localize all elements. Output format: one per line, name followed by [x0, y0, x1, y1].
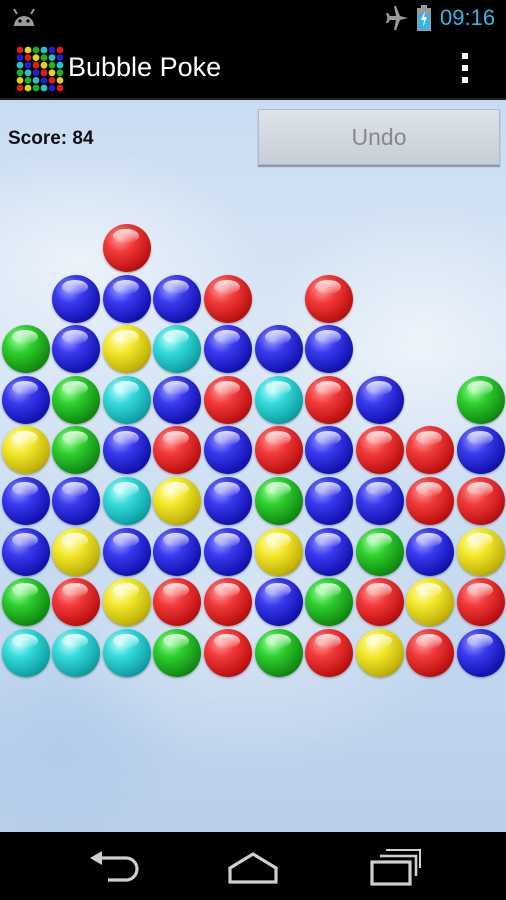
score-label: Score: 84: [8, 128, 94, 149]
bubble-red[interactable]: [305, 275, 353, 323]
bubble-board[interactable]: [0, 222, 506, 678]
status-bar: 09:16: [0, 0, 506, 36]
bubble-red[interactable]: [153, 426, 201, 474]
bubble-red[interactable]: [103, 224, 151, 272]
bubble-blue[interactable]: [204, 528, 252, 576]
bubble-blue[interactable]: [255, 578, 303, 626]
bubble-red[interactable]: [153, 578, 201, 626]
bubble-blue[interactable]: [52, 275, 100, 323]
bubble-green[interactable]: [52, 426, 100, 474]
bubble-green[interactable]: [356, 528, 404, 576]
bubble-blue[interactable]: [52, 477, 100, 525]
bubble-cyan[interactable]: [103, 629, 151, 677]
undo-button[interactable]: Undo: [258, 109, 500, 165]
home-icon[interactable]: [226, 850, 280, 884]
bubble-blue[interactable]: [2, 477, 50, 525]
bubble-blue[interactable]: [153, 376, 201, 424]
bubble-yellow[interactable]: [2, 426, 50, 474]
bubble-blue[interactable]: [103, 426, 151, 474]
bubble-red[interactable]: [356, 578, 404, 626]
overflow-dot: [462, 77, 468, 83]
bubble-yellow[interactable]: [356, 629, 404, 677]
overflow-dot: [462, 53, 468, 59]
bubble-blue[interactable]: [153, 275, 201, 323]
bubble-blue[interactable]: [2, 376, 50, 424]
bubble-yellow[interactable]: [255, 528, 303, 576]
bubble-blue[interactable]: [103, 275, 151, 323]
bubble-blue[interactable]: [356, 477, 404, 525]
bubble-red[interactable]: [204, 275, 252, 323]
recents-icon[interactable]: [368, 848, 422, 886]
bubble-blue[interactable]: [305, 528, 353, 576]
android-notification-icon: [13, 8, 35, 26]
bubble-red[interactable]: [356, 426, 404, 474]
bubble-blue[interactable]: [305, 325, 353, 373]
bubble-green[interactable]: [305, 578, 353, 626]
bubble-red[interactable]: [305, 629, 353, 677]
game-area: Score: 84 Undo: [0, 100, 506, 832]
bubble-green[interactable]: [2, 578, 50, 626]
action-bar: Bubble Poke: [0, 36, 506, 100]
bubble-blue[interactable]: [2, 528, 50, 576]
bubble-blue[interactable]: [255, 325, 303, 373]
battery-charging-icon: [417, 5, 431, 31]
bubble-cyan[interactable]: [2, 629, 50, 677]
bubble-red[interactable]: [204, 376, 252, 424]
bubble-blue[interactable]: [204, 325, 252, 373]
bubble-green[interactable]: [52, 376, 100, 424]
navigation-bar: [0, 832, 506, 900]
status-clock: 09:16: [440, 5, 496, 30]
bubble-grid-app-icon[interactable]: [16, 46, 64, 92]
bubble-red[interactable]: [204, 578, 252, 626]
bubble-blue[interactable]: [204, 477, 252, 525]
bubble-green[interactable]: [2, 325, 50, 373]
back-icon[interactable]: [86, 850, 140, 884]
bubble-yellow[interactable]: [457, 528, 505, 576]
bubble-red[interactable]: [406, 629, 454, 677]
bubble-cyan[interactable]: [103, 376, 151, 424]
bubble-blue[interactable]: [457, 629, 505, 677]
bubble-cyan[interactable]: [153, 325, 201, 373]
airplane-mode-icon: [386, 6, 408, 30]
bubble-red[interactable]: [406, 477, 454, 525]
bubble-yellow[interactable]: [153, 477, 201, 525]
overflow-dot: [462, 65, 468, 71]
bubble-green[interactable]: [153, 629, 201, 677]
bubble-green[interactable]: [255, 477, 303, 525]
bubble-red[interactable]: [457, 477, 505, 525]
bubble-cyan[interactable]: [52, 629, 100, 677]
bubble-green[interactable]: [457, 376, 505, 424]
bubble-blue[interactable]: [457, 426, 505, 474]
bubble-blue[interactable]: [305, 477, 353, 525]
bubble-cyan[interactable]: [103, 477, 151, 525]
bubble-red[interactable]: [406, 426, 454, 474]
bubble-blue[interactable]: [356, 376, 404, 424]
app-title: Bubble Poke: [68, 52, 222, 82]
bubble-green[interactable]: [255, 629, 303, 677]
bubble-blue[interactable]: [52, 325, 100, 373]
bubble-red[interactable]: [457, 578, 505, 626]
bubble-blue[interactable]: [103, 528, 151, 576]
bubble-blue[interactable]: [153, 528, 201, 576]
bubble-blue[interactable]: [204, 426, 252, 474]
bubble-yellow[interactable]: [103, 578, 151, 626]
bubble-yellow[interactable]: [52, 528, 100, 576]
bubble-red[interactable]: [204, 629, 252, 677]
bubble-red[interactable]: [255, 426, 303, 474]
bubble-yellow[interactable]: [406, 578, 454, 626]
bubble-blue[interactable]: [406, 528, 454, 576]
bubble-cyan[interactable]: [255, 376, 303, 424]
overflow-menu-icon[interactable]: [452, 50, 478, 86]
bubble-red[interactable]: [52, 578, 100, 626]
bubble-blue[interactable]: [305, 426, 353, 474]
bubble-red[interactable]: [305, 376, 353, 424]
bubble-yellow[interactable]: [103, 325, 151, 373]
